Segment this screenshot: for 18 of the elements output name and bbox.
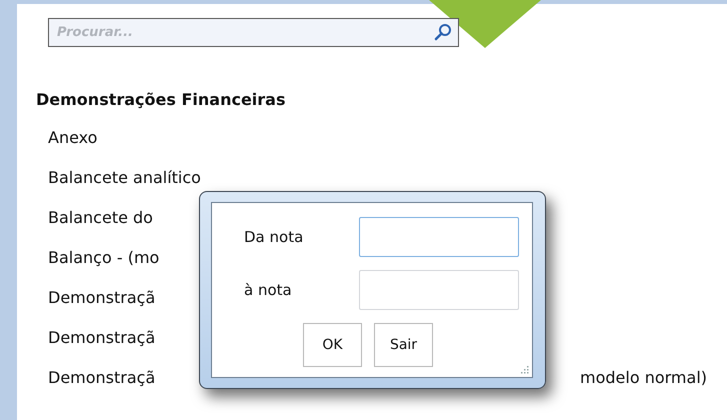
resize-grip-icon[interactable] — [519, 364, 529, 374]
report-link[interactable]: Balanço - (mo — [48, 248, 160, 266]
report-link[interactable]: Balancete do — [48, 208, 153, 226]
section-heading: Demonstrações Financeiras — [36, 89, 286, 111]
report-link[interactable]: Demonstraçã — [48, 368, 156, 386]
input-field[interactable] — [359, 217, 519, 257]
field-label: Da nota — [244, 228, 304, 246]
report-link[interactable]: Demonstraçã — [48, 288, 156, 306]
input-field[interactable] — [359, 270, 519, 310]
report-link[interactable]: Anexo — [48, 128, 98, 146]
exit-button[interactable]: Sair — [374, 323, 433, 367]
search-field[interactable]: Procurar... — [48, 18, 459, 47]
report-link[interactable]: Balancete analítico — [48, 168, 201, 186]
search-icon[interactable] — [434, 23, 452, 41]
field-label: à nota — [244, 281, 293, 299]
report-link[interactable]: modelo normal) — [580, 368, 707, 386]
report-link[interactable]: Demonstraçã — [48, 328, 156, 346]
ok-button[interactable]: OK — [303, 323, 362, 367]
